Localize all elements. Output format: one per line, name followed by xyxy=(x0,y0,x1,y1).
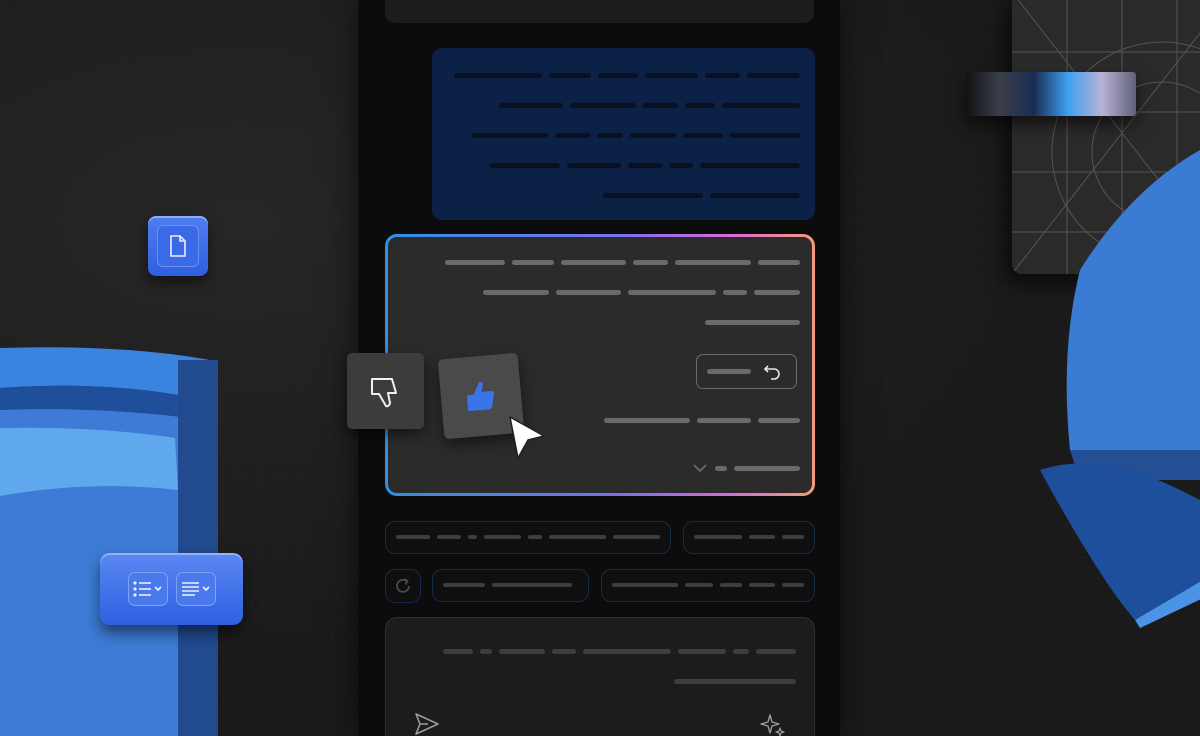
thumbs-up-icon xyxy=(466,381,495,412)
paragraph-format-button[interactable] xyxy=(175,572,216,606)
file-icon xyxy=(170,235,186,257)
mouse-pointer-icon xyxy=(509,416,545,459)
format-toolbar xyxy=(100,553,243,625)
suggestion-chip[interactable] xyxy=(601,569,815,602)
regenerate-button[interactable] xyxy=(385,569,421,603)
gradient-swatch xyxy=(966,72,1136,116)
refresh-icon xyxy=(396,578,410,593)
bullet-list-button[interactable] xyxy=(127,572,168,606)
paragraph-icon xyxy=(181,582,210,596)
sparkle-icon[interactable] xyxy=(760,712,786,736)
undo-icon xyxy=(763,364,780,380)
canvas xyxy=(0,0,1200,736)
suggestion-chip[interactable] xyxy=(432,569,589,602)
message-composer[interactable] xyxy=(385,617,815,736)
thumbs-down-button[interactable] xyxy=(347,353,424,429)
chevron-down-icon[interactable] xyxy=(692,463,708,473)
blue-paper-left xyxy=(0,347,218,736)
document-button[interactable] xyxy=(148,216,208,276)
suggestion-chip[interactable] xyxy=(385,521,671,554)
previous-message xyxy=(385,0,814,23)
undo-button[interactable] xyxy=(696,354,797,389)
thumbs-down-icon xyxy=(370,378,397,408)
bullet-list-icon xyxy=(132,581,162,597)
user-message xyxy=(432,48,815,220)
suggestion-chip[interactable] xyxy=(683,521,815,554)
blue-paper-right xyxy=(1040,150,1200,628)
send-icon[interactable] xyxy=(414,712,440,736)
